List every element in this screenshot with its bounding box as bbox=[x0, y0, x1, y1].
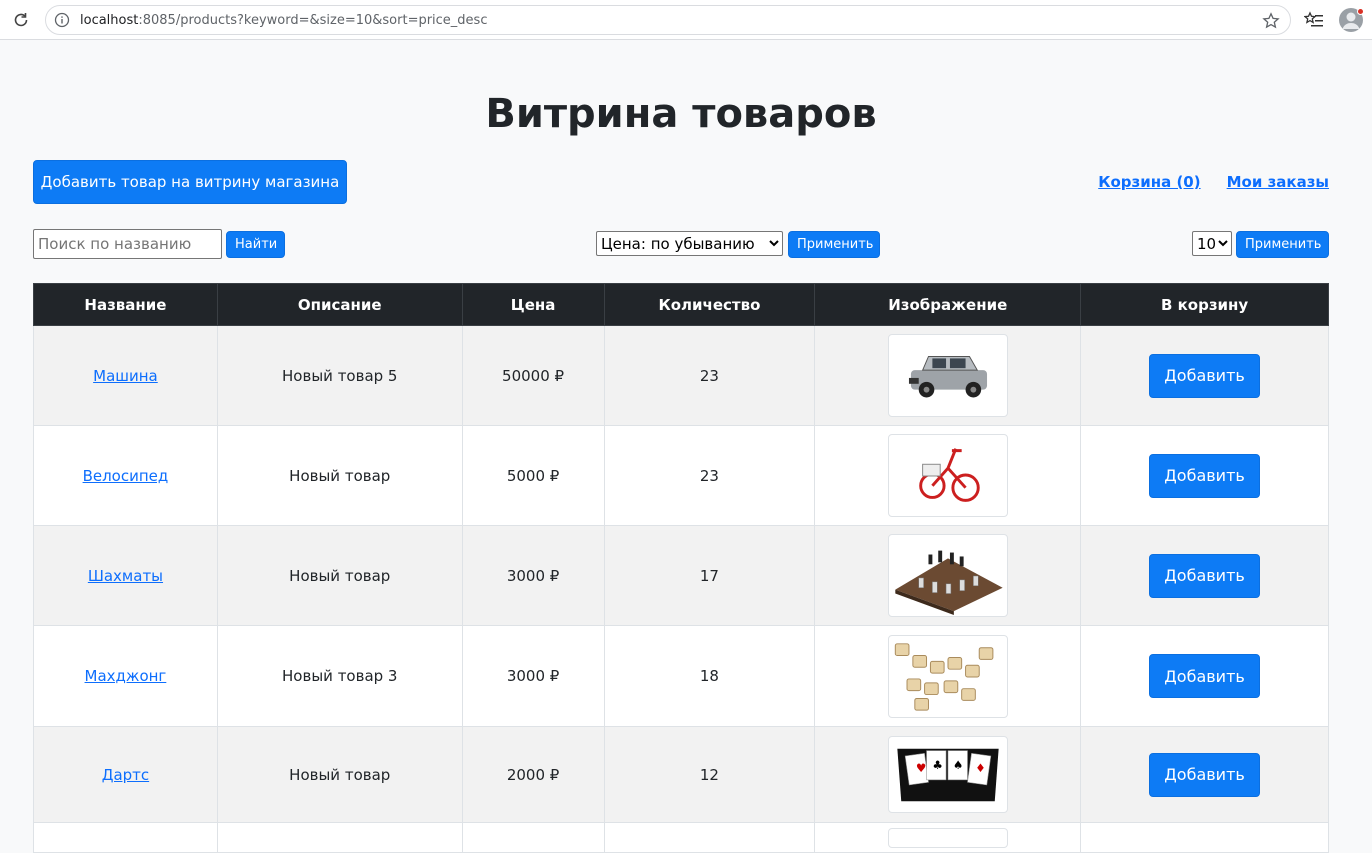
product-quantity: 17 bbox=[603, 525, 816, 626]
page-size-select[interactable]: 10 bbox=[1192, 231, 1232, 256]
product-name-link[interactable]: Шахматы bbox=[88, 567, 163, 585]
table-row: Шахматы Новый товар 3000 ₽ 17 Добавить bbox=[33, 525, 1329, 626]
add-to-cart-button[interactable]: Добавить bbox=[1149, 752, 1261, 797]
address-bar[interactable]: localhost:8085/products?keyword=&size=10… bbox=[45, 5, 1291, 35]
column-header-description: Описание bbox=[216, 283, 463, 326]
page-title: Витрина товаров bbox=[485, 91, 877, 137]
product-quantity: 23 bbox=[603, 325, 816, 426]
tricycle-image bbox=[918, 448, 980, 502]
column-header-name: Название bbox=[33, 283, 218, 326]
product-image bbox=[887, 534, 1008, 617]
find-button[interactable]: Найти bbox=[226, 231, 285, 258]
sort-apply-button[interactable]: Применить bbox=[788, 231, 880, 258]
svg-text:♦: ♦ bbox=[975, 761, 985, 775]
profile-avatar[interactable] bbox=[1339, 8, 1364, 32]
bookmarks-list-icon[interactable] bbox=[1304, 10, 1324, 30]
product-price: 5000 ₽ bbox=[461, 425, 605, 526]
tiles-image bbox=[894, 642, 994, 711]
column-header-quantity: Количество bbox=[603, 283, 816, 326]
svg-text:♣: ♣ bbox=[932, 758, 942, 772]
add-to-cart-button[interactable]: Добавить bbox=[1149, 654, 1261, 698]
bookmark-star-icon[interactable] bbox=[1262, 12, 1280, 30]
reload-icon[interactable] bbox=[11, 10, 31, 30]
column-header-price: Цена bbox=[461, 283, 605, 326]
jeep-image bbox=[908, 355, 987, 398]
products-table: Название Описание Цена Количество Изобра… bbox=[33, 283, 1329, 853]
product-price: 3000 ₽ bbox=[461, 525, 605, 626]
table-row: Махджонг Новый товар 3 3000 ₽ 18 Добавит… bbox=[33, 625, 1329, 727]
product-description: Новый товар 5 bbox=[216, 325, 463, 426]
column-header-image: Изображение bbox=[814, 283, 1082, 326]
site-info-icon[interactable] bbox=[54, 12, 70, 28]
browser-toolbar: localhost:8085/products?keyword=&size=10… bbox=[0, 0, 1372, 40]
page-size-apply-button[interactable]: Применить bbox=[1236, 231, 1329, 258]
product-image bbox=[887, 334, 1008, 417]
add-to-cart-button[interactable]: Добавить bbox=[1149, 553, 1261, 598]
product-image bbox=[887, 827, 1008, 848]
product-quantity: 18 bbox=[603, 625, 816, 727]
table-row: Машина Новый товар 5 50000 ₽ 23 Добавить bbox=[33, 325, 1329, 426]
orders-link[interactable]: Мои заказы bbox=[1227, 173, 1329, 191]
product-quantity: 12 bbox=[603, 726, 816, 823]
product-name-link[interactable]: Велосипед bbox=[83, 467, 169, 485]
product-description: Новый товар bbox=[216, 525, 463, 626]
sort-select[interactable]: Цена: по убыванию bbox=[596, 231, 783, 256]
product-image bbox=[887, 634, 1008, 718]
table-row: Велосипед Новый товар 5000 ₽ 23 Добавить bbox=[33, 425, 1329, 526]
product-name-link[interactable]: Дартс bbox=[102, 766, 149, 784]
notification-dot bbox=[1357, 8, 1364, 15]
add-product-button[interactable]: Добавить товар на витрину магазина bbox=[33, 160, 347, 204]
product-name-link[interactable]: Машина bbox=[93, 367, 158, 385]
header-links: Корзина (0) Мои заказы bbox=[1098, 173, 1329, 191]
cards-image: ♥ ♣ ♠ ♦ bbox=[897, 748, 999, 802]
product-price: 3000 ₽ bbox=[461, 625, 605, 727]
table-header-row: Название Описание Цена Количество Изобра… bbox=[33, 283, 1329, 326]
product-price: 2000 ₽ bbox=[461, 726, 605, 823]
product-image bbox=[887, 434, 1008, 517]
product-image: ♥ ♣ ♠ ♦ bbox=[887, 736, 1008, 813]
svg-text:♥: ♥ bbox=[916, 761, 926, 775]
add-to-cart-button[interactable]: Добавить bbox=[1149, 353, 1261, 398]
table-row bbox=[33, 822, 1329, 853]
add-to-cart-button[interactable]: Добавить bbox=[1149, 453, 1261, 498]
cart-link[interactable]: Корзина (0) bbox=[1098, 173, 1200, 191]
chess-image bbox=[895, 550, 1003, 616]
product-description: Новый товар bbox=[216, 425, 463, 526]
product-description: Новый товар 3 bbox=[216, 625, 463, 727]
column-header-add-to-cart: В корзину bbox=[1080, 283, 1329, 326]
product-price: 50000 ₽ bbox=[461, 325, 605, 426]
product-name-link[interactable]: Махджонг bbox=[85, 667, 167, 685]
table-row: Дартс Новый товар 2000 ₽ 12 ♥ ♣ ♠ ♦ Доба… bbox=[33, 726, 1329, 823]
svg-text:♠: ♠ bbox=[953, 758, 963, 772]
search-input[interactable] bbox=[33, 229, 222, 259]
product-description: Новый товар bbox=[216, 726, 463, 823]
product-quantity: 23 bbox=[603, 425, 816, 526]
url-text: localhost:8085/products?keyword=&size=10… bbox=[80, 12, 488, 28]
